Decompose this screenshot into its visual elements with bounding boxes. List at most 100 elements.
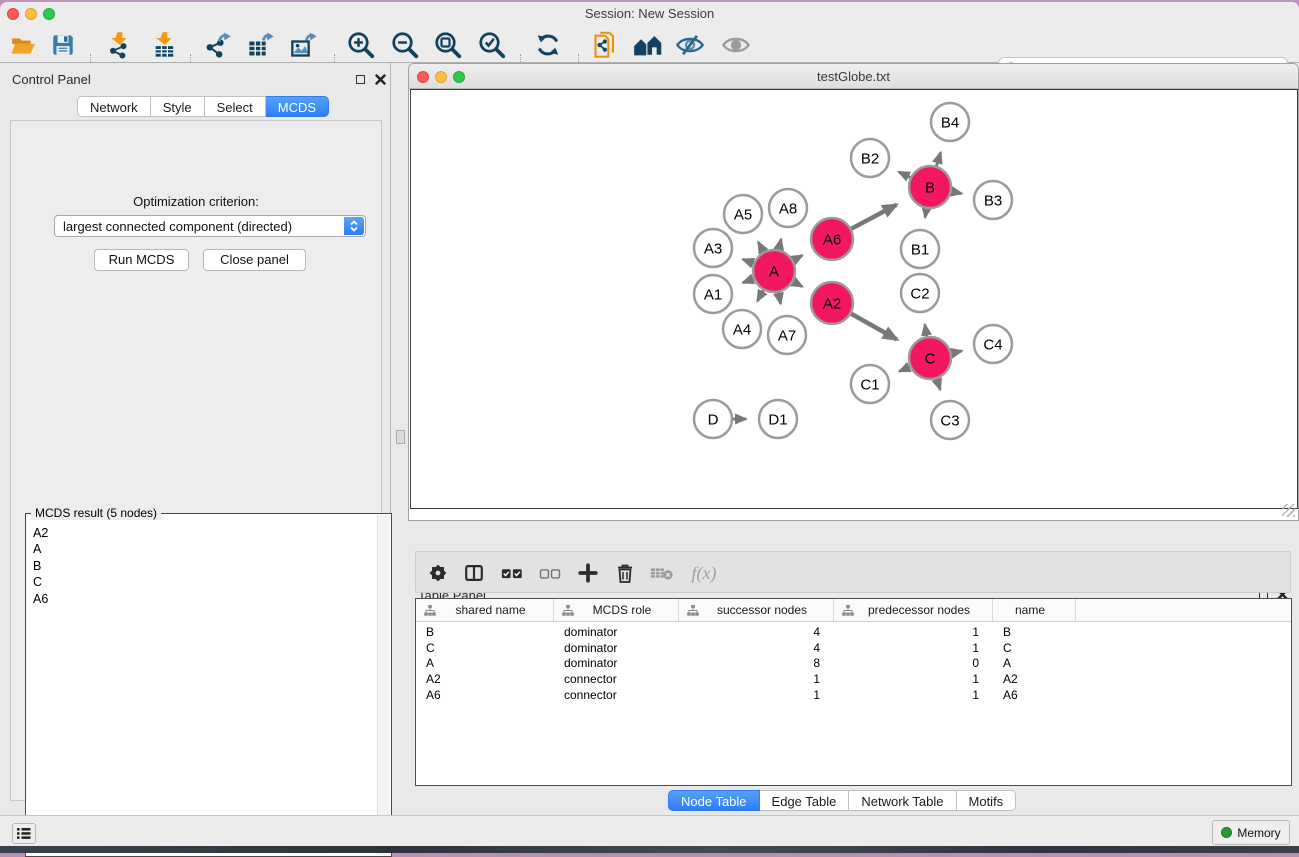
table-cell[interactable]: dominator xyxy=(554,656,679,672)
unselect-all-button[interactable] xyxy=(536,560,564,586)
table-cell[interactable]: dominator xyxy=(554,625,679,641)
edge-A6-B[interactable] xyxy=(851,205,896,229)
clone-network-button[interactable] xyxy=(589,28,623,62)
edge-A-A1[interactable] xyxy=(743,279,753,283)
table-cell[interactable]: 8 xyxy=(679,656,834,672)
column-header-MCDS-role[interactable]: MCDS role xyxy=(554,599,679,621)
import-network-button[interactable] xyxy=(103,28,137,62)
show-column-button[interactable] xyxy=(460,560,488,586)
edge-C-C4[interactable] xyxy=(951,351,961,353)
edge-C-C1[interactable] xyxy=(899,367,909,372)
tab-node-table[interactable]: Node Table xyxy=(668,790,760,811)
edge-A-A7[interactable] xyxy=(778,293,780,304)
optimization-criterion-dropdown[interactable]: largest connected component (directed) xyxy=(54,215,366,237)
tab-network[interactable]: Network xyxy=(77,96,151,117)
delete-table-button[interactable] xyxy=(648,560,676,586)
table-cell[interactable]: connector xyxy=(554,688,679,704)
edge-A-A4[interactable] xyxy=(757,290,763,301)
show-tasks-button[interactable] xyxy=(12,823,36,844)
float-panel-icon[interactable] xyxy=(356,75,365,84)
mcds-result-item[interactable]: A xyxy=(33,541,376,557)
edge-A2-C[interactable] xyxy=(851,314,897,340)
save-session-button[interactable] xyxy=(46,28,80,62)
close-panel-icon[interactable] xyxy=(375,74,386,85)
zoom-in-button[interactable] xyxy=(344,28,378,62)
table-cell[interactable]: 1 xyxy=(679,688,834,704)
table-cell[interactable]: 1 xyxy=(679,672,834,688)
refresh-button[interactable] xyxy=(531,28,565,62)
export-network-button[interactable] xyxy=(201,28,235,62)
edge-A-A6[interactable] xyxy=(793,255,802,260)
import-table-button[interactable] xyxy=(148,28,182,62)
table-cell[interactable]: 1 xyxy=(834,625,993,641)
vertical-split-handle[interactable] xyxy=(396,430,405,444)
mcds-result-list[interactable]: A2ABCA6 xyxy=(27,515,376,855)
table-row[interactable]: A2connector11A2 xyxy=(416,672,1291,688)
edge-B-B1[interactable] xyxy=(925,209,926,218)
table-cell[interactable]: 1 xyxy=(834,672,993,688)
column-header-shared-name[interactable]: shared name xyxy=(416,599,554,621)
create-column-button[interactable] xyxy=(574,560,602,586)
edge-A-A8[interactable] xyxy=(779,239,781,249)
open-file-button[interactable] xyxy=(6,28,40,62)
show-panel-button[interactable] xyxy=(719,28,753,62)
table-cell[interactable]: 4 xyxy=(679,625,834,641)
tab-network-table[interactable]: Network Table xyxy=(849,790,956,811)
edge-C-C2[interactable] xyxy=(925,325,927,337)
table-row[interactable]: A6connector11A6 xyxy=(416,688,1291,704)
table-cell[interactable]: A xyxy=(416,656,554,672)
column-header-predecessor-nodes[interactable]: predecessor nodes xyxy=(834,599,993,621)
delete-column-button[interactable] xyxy=(611,560,639,586)
function-builder-button[interactable]: f(x) xyxy=(684,560,724,586)
table-row[interactable]: Bdominator41B xyxy=(416,625,1291,641)
table-cell[interactable]: A6 xyxy=(993,688,1076,704)
zoom-fit-button[interactable] xyxy=(431,28,465,62)
edge-C-C3[interactable] xyxy=(937,379,940,390)
table-cell[interactable]: A xyxy=(993,656,1076,672)
network-window-titlebar[interactable]: testGlobe.txt xyxy=(409,64,1298,89)
table-cell[interactable]: B xyxy=(993,625,1076,641)
mcds-result-item[interactable]: B xyxy=(33,558,376,574)
tab-motifs[interactable]: Motifs xyxy=(957,790,1017,811)
edge-A-A2[interactable] xyxy=(793,282,802,287)
tab-mcds[interactable]: MCDS xyxy=(266,96,329,117)
mcds-result-item[interactable]: A6 xyxy=(33,591,376,607)
window-resize-grip[interactable] xyxy=(1282,504,1295,517)
table-cell[interactable]: A2 xyxy=(416,672,554,688)
table-cell[interactable]: connector xyxy=(554,672,679,688)
tab-edge-table[interactable]: Edge Table xyxy=(760,790,850,811)
table-cell[interactable]: A6 xyxy=(416,688,554,704)
select-all-button[interactable] xyxy=(498,560,526,586)
table-cell[interactable]: 1 xyxy=(834,641,993,657)
edge-A-A5[interactable] xyxy=(758,242,763,252)
column-header-name[interactable]: name xyxy=(993,599,1076,621)
table-cell[interactable]: C xyxy=(416,641,554,657)
memory-button[interactable]: Memory xyxy=(1212,820,1290,845)
zoom-out-button[interactable] xyxy=(388,28,422,62)
tab-style[interactable]: Style xyxy=(151,96,205,117)
table-settings-button[interactable] xyxy=(424,560,452,586)
table-row[interactable]: Cdominator41C xyxy=(416,641,1291,657)
table-cell[interactable]: 1 xyxy=(834,688,993,704)
table-cell[interactable]: 0 xyxy=(834,656,993,672)
home-button[interactable] xyxy=(631,28,665,62)
column-header-successor-nodes[interactable]: successor nodes xyxy=(679,599,834,621)
table-cell[interactable]: B xyxy=(416,625,554,641)
export-image-button[interactable] xyxy=(287,28,321,62)
mcds-result-item[interactable]: A2 xyxy=(33,525,376,541)
table-cell[interactable]: C xyxy=(993,641,1076,657)
network-canvas[interactable]: B4B2BB3A8A5A6B1A3AC2A1A2A4A7C4CC1C3DD1 xyxy=(410,89,1298,509)
tab-select[interactable]: Select xyxy=(205,96,266,117)
edge-B-B2[interactable] xyxy=(899,172,910,178)
close-panel-button[interactable]: Close panel xyxy=(203,249,306,271)
export-table-button[interactable] xyxy=(244,28,278,62)
table-cell[interactable]: dominator xyxy=(554,641,679,657)
edge-B-B3[interactable] xyxy=(952,191,962,193)
table-row[interactable]: Adominator80A xyxy=(416,656,1291,672)
mcds-result-item[interactable]: C xyxy=(33,574,376,590)
mcds-result-scrollbar[interactable] xyxy=(377,515,390,855)
edge-A-A3[interactable] xyxy=(743,259,753,263)
zoom-selected-button[interactable] xyxy=(475,28,509,62)
table-cell[interactable]: 4 xyxy=(679,641,834,657)
run-mcds-button[interactable]: Run MCDS xyxy=(94,249,189,271)
